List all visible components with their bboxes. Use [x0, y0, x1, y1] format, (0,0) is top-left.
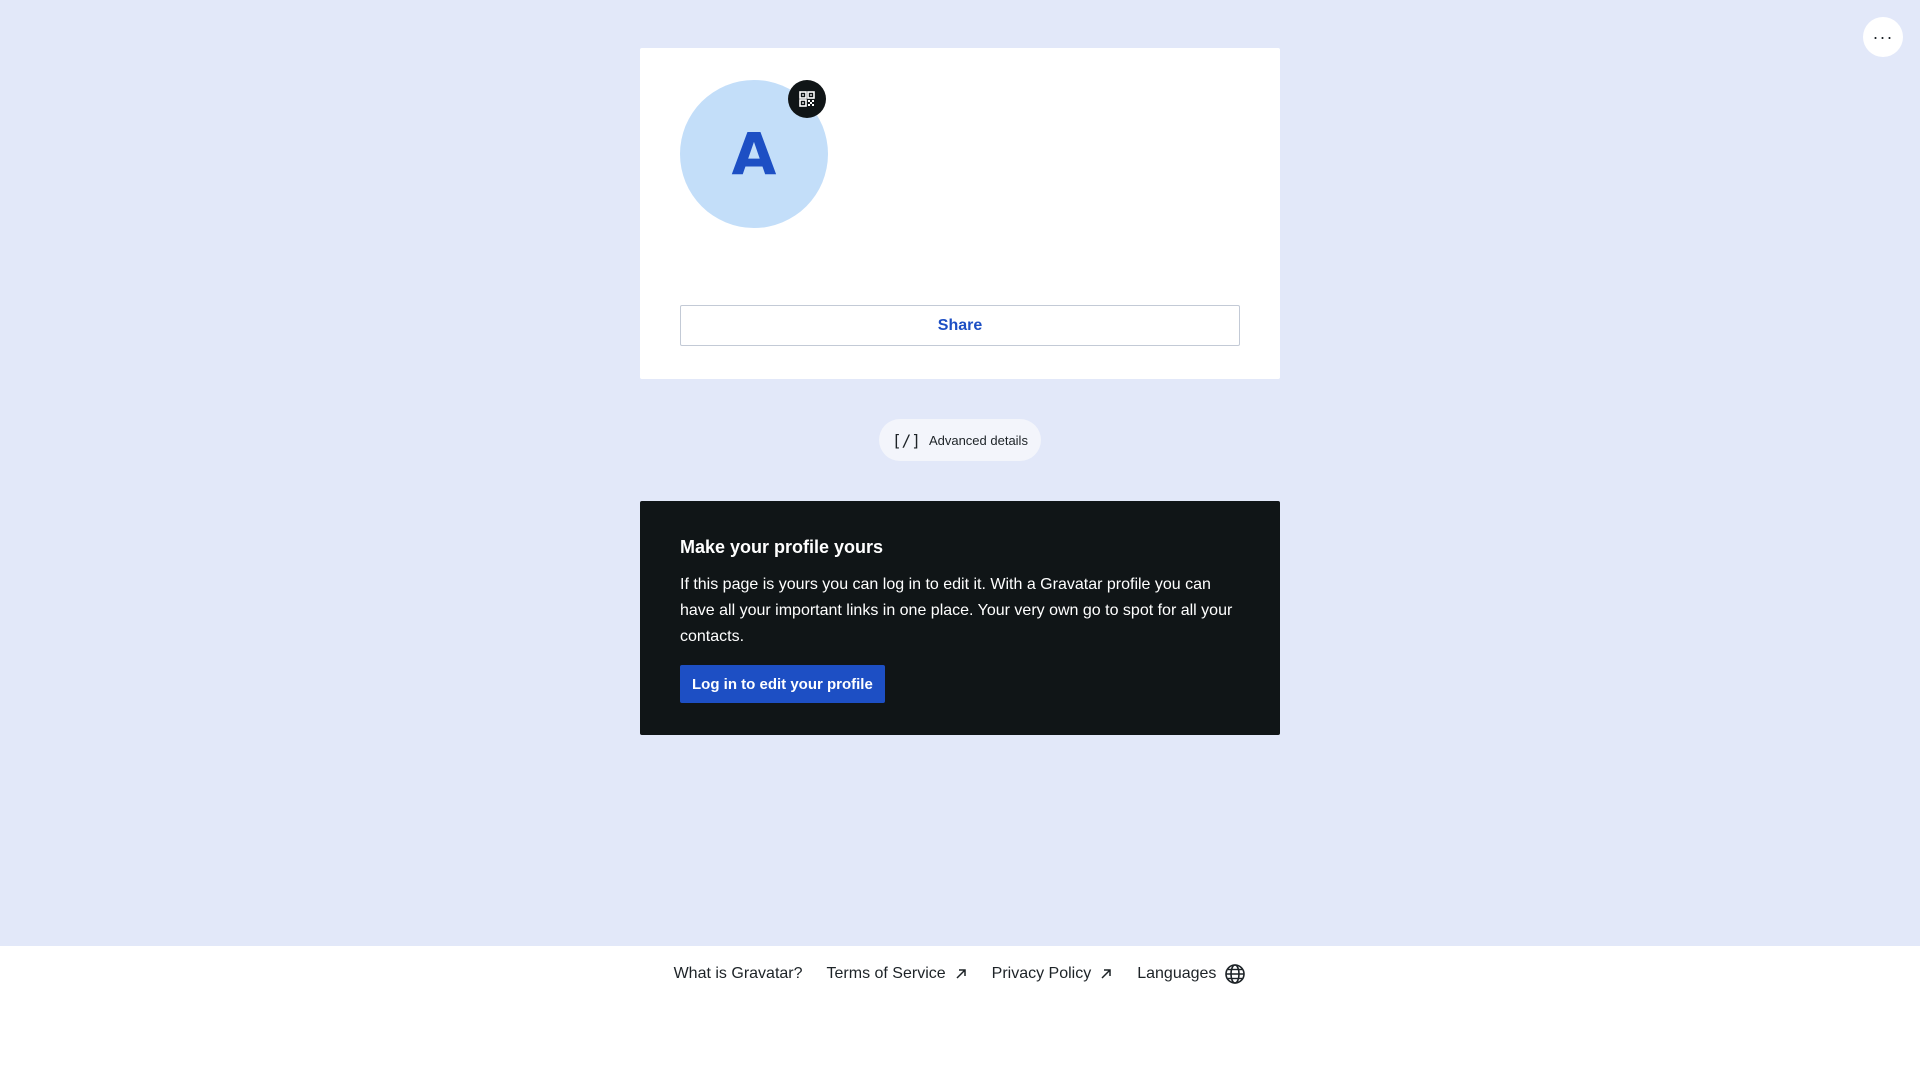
login-to-edit-button[interactable]: Log in to edit your profile	[680, 665, 885, 703]
promo-description: If this page is yours you can log in to …	[680, 576, 1233, 645]
footer-link-terms[interactable]: Terms of Service	[827, 965, 968, 983]
login-button-label: Log in to edit your profile	[692, 675, 873, 693]
footer-link-languages[interactable]: Languages	[1137, 963, 1246, 985]
advanced-details-button[interactable]: [/] Advanced details	[879, 419, 1041, 461]
globe-icon	[1225, 964, 1246, 984]
external-arrow-icon	[956, 969, 966, 979]
more-icon: ···	[1872, 26, 1894, 47]
advanced-details-label: Advanced details	[928, 432, 1028, 448]
footer-link-what-is-gravatar[interactable]: What is Gravatar?	[674, 965, 803, 983]
footer-link-privacy[interactable]: Privacy Policy	[992, 965, 1114, 983]
footer-link-label: Privacy Policy	[991, 965, 1092, 982]
footer-links: What is Gravatar? Terms of Service Priva…	[0, 946, 1920, 1002]
promo-title: Make your profile yours	[680, 537, 884, 557]
avatar-initial: A	[731, 120, 777, 188]
code-brackets-icon: [/]	[892, 430, 921, 450]
footer-link-label: What is Gravatar?	[673, 965, 803, 982]
more-options-button[interactable]: ···	[1863, 17, 1903, 57]
qr-code-icon	[799, 91, 815, 107]
share-button-label: Share	[937, 316, 983, 334]
footer-link-label: Languages	[1137, 965, 1217, 982]
claim-profile-card: Make your profile yours If this page is …	[640, 501, 1280, 735]
qr-code-button[interactable]	[788, 80, 826, 118]
share-button[interactable]: Share	[680, 305, 1240, 346]
profile-card: A Share	[640, 48, 1280, 379]
avatar-container: A	[680, 80, 828, 228]
external-arrow-icon	[1101, 969, 1111, 979]
footer-link-label: Terms of Service	[826, 965, 946, 982]
footer: What is Gravatar? Terms of Service Priva…	[0, 946, 1920, 1080]
